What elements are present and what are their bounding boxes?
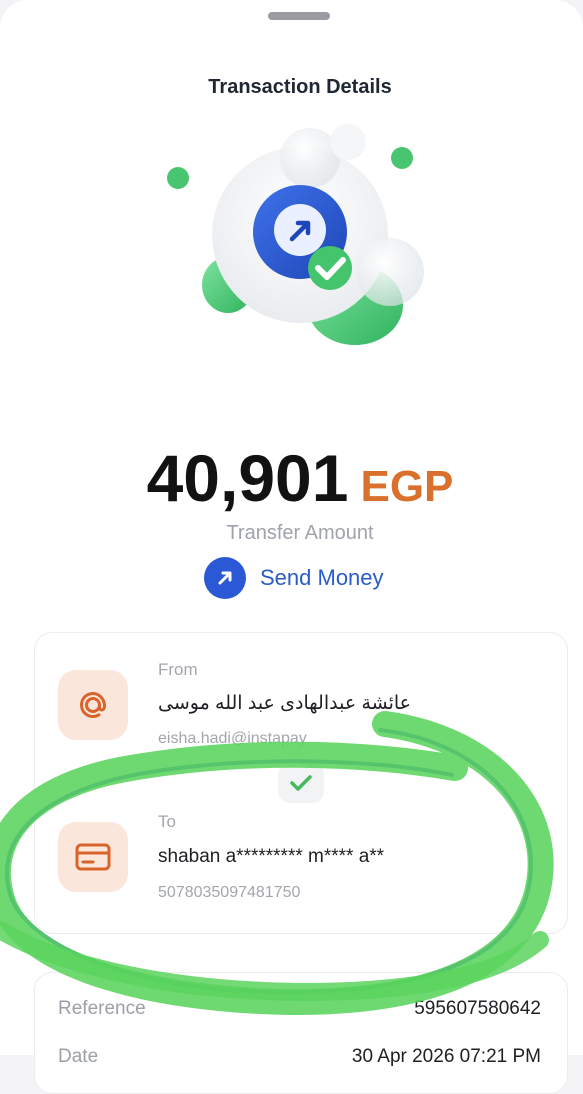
to-name: shaban a********* m**** a** xyxy=(158,846,385,867)
to-label: To xyxy=(158,812,176,831)
date-label: Date xyxy=(58,1046,99,1067)
arrow-up-right-icon xyxy=(204,557,246,599)
details-card xyxy=(34,972,568,1094)
date-value: 30 Apr 2026 07:21 PM xyxy=(351,1046,541,1067)
drag-handle[interactable] xyxy=(268,12,330,20)
amount-caption: Transfer Amount xyxy=(226,522,374,544)
from-label: From xyxy=(158,660,198,679)
at-sign-icon xyxy=(58,670,128,740)
amount-value: 40,901 xyxy=(146,441,349,515)
to-account-number: 5078035097481750 xyxy=(158,884,301,901)
from-name: عائشة عبدالهادى عبد الله موسى xyxy=(158,693,411,714)
bottom-sheet: Transaction Details 40,901 EGP Transfer … xyxy=(0,0,583,1094)
card-icon xyxy=(58,822,128,892)
reference-label: Reference xyxy=(58,998,146,1019)
transaction-type-label: Send Money xyxy=(260,565,384,590)
amount-currency: EGP xyxy=(360,462,454,511)
transaction-type: Send Money xyxy=(204,555,384,601)
page-title: Transaction Details xyxy=(208,76,392,98)
amount-display: 40,901 EGP xyxy=(0,440,583,516)
check-icon xyxy=(278,763,324,803)
from-handle: eisha.hadi@instapay xyxy=(158,730,307,747)
reference-value[interactable]: 595607580642 xyxy=(414,998,541,1020)
transfer-success-illustration xyxy=(167,124,424,345)
